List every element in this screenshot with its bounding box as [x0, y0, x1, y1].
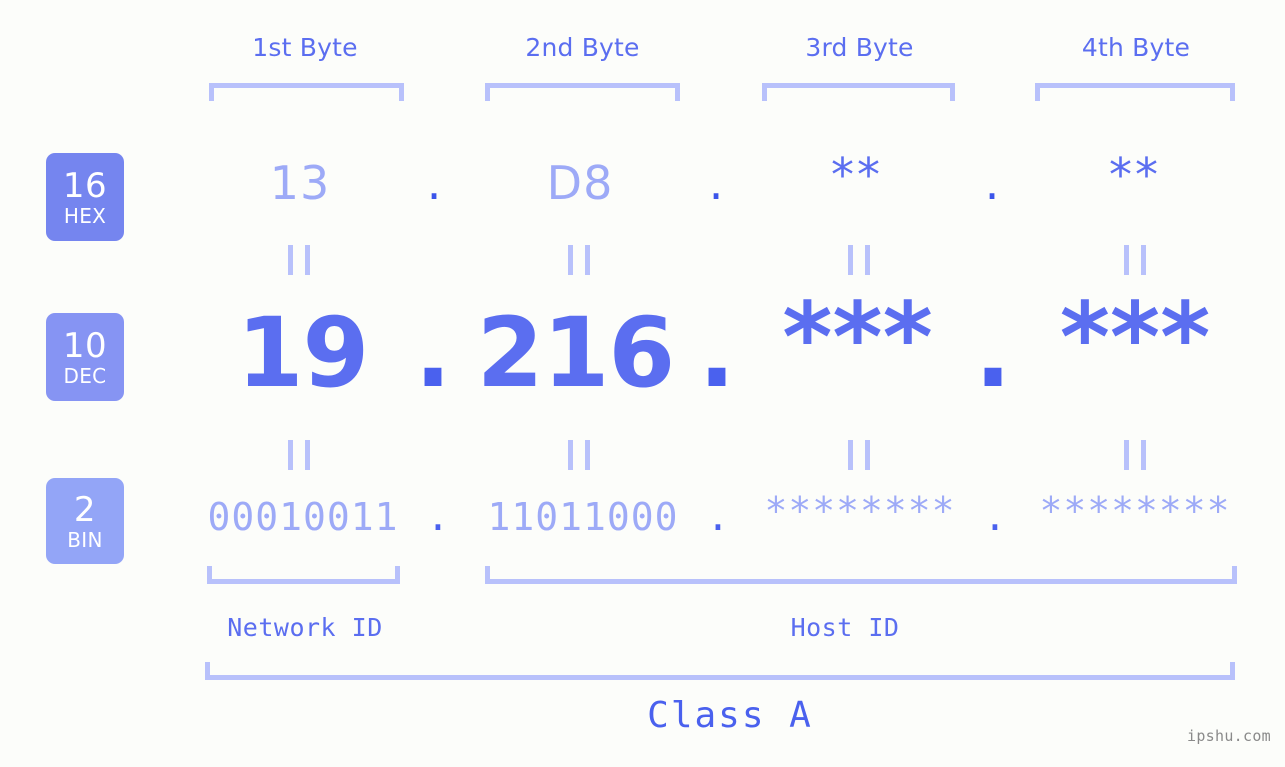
equals-bar: [305, 440, 310, 470]
equals-bar: [568, 440, 573, 470]
equals-bar: [288, 440, 293, 470]
base-badge-hex-name: HEX: [63, 203, 107, 228]
bin-byte-2-value: 11011000: [478, 498, 688, 536]
hex-byte-4-value: **: [1040, 152, 1230, 198]
byte-3-bracket: [762, 83, 955, 101]
hex-byte-3-text: **: [831, 148, 883, 202]
equals-mark-dec-bin-4: [1124, 440, 1146, 470]
equals-bar: [585, 245, 590, 275]
hex-byte-4-text: **: [1109, 148, 1161, 202]
dec-separator-1-text: .: [414, 297, 452, 409]
dec-separator-1: .: [398, 305, 468, 401]
byte-header-1-label: 1st Byte: [252, 33, 358, 62]
bin-byte-3-value: ********: [755, 492, 965, 530]
class-label: Class A: [560, 695, 900, 736]
byte-header-1: 1st Byte: [205, 33, 405, 62]
dec-byte-1-text: 19: [236, 297, 370, 409]
dec-byte-2-text: 216: [476, 297, 675, 409]
byte-header-4: 4th Byte: [1036, 33, 1236, 62]
host-id-bracket: [485, 566, 1237, 584]
equals-bar: [568, 245, 573, 275]
hex-byte-2-value: D8: [485, 160, 675, 206]
bin-separator-1-text: .: [426, 495, 450, 539]
base-badge-bin-number: 2: [73, 489, 97, 530]
bin-separator-2-text: .: [706, 495, 730, 539]
equals-mark-hex-dec-3: [848, 245, 870, 275]
hex-separator-2: .: [686, 160, 746, 206]
base-badge-dec-number: 10: [62, 325, 108, 366]
bin-byte-4-value: ********: [1030, 492, 1240, 530]
bin-separator-3: .: [965, 498, 1025, 536]
dec-separator-2: .: [682, 305, 752, 401]
equals-mark-hex-dec-4: [1124, 245, 1146, 275]
bin-byte-4-text: ********: [1039, 489, 1231, 533]
equals-mark-dec-bin-3: [848, 440, 870, 470]
hex-byte-1-value: 13: [205, 160, 395, 206]
equals-bar: [288, 245, 293, 275]
equals-bar: [865, 245, 870, 275]
hex-separator-3: .: [962, 160, 1022, 206]
host-id-label: Host ID: [745, 613, 945, 642]
dec-byte-3-text: ***: [782, 282, 933, 394]
base-badge-bin: 2 BIN: [46, 478, 124, 564]
byte-header-3: 3rd Byte: [762, 33, 957, 62]
byte-2-bracket: [485, 83, 680, 101]
hex-separator-1-text: .: [426, 156, 442, 210]
dec-separator-3-text: .: [974, 297, 1012, 409]
watermark: ipshu.com: [1187, 727, 1271, 745]
equals-bar: [1124, 440, 1129, 470]
dec-byte-3-value: ***: [760, 290, 955, 386]
bin-separator-1: .: [408, 498, 468, 536]
base-badge-dec-name: DEC: [63, 363, 107, 388]
class-text: Class A: [647, 695, 813, 736]
byte-1-bracket: [209, 83, 404, 101]
host-id-text: Host ID: [790, 613, 900, 642]
equals-mark-dec-bin-2: [568, 440, 590, 470]
byte-header-2-label: 2nd Byte: [525, 33, 640, 62]
dec-byte-1-value: 19: [205, 305, 400, 401]
equals-bar: [848, 245, 853, 275]
dec-byte-4-value: ***: [1035, 290, 1235, 386]
base-badge-hex: 16 HEX: [46, 153, 124, 241]
equals-bar: [1141, 440, 1146, 470]
bin-byte-1-text: 00010011: [207, 495, 399, 539]
hex-separator-1: .: [404, 160, 464, 206]
base-badge-hex-number: 16: [62, 165, 108, 206]
hex-byte-1-text: 13: [269, 156, 331, 210]
network-id-label: Network ID: [205, 613, 405, 642]
hex-separator-3-text: .: [984, 156, 1000, 210]
base-badge-bin-name: BIN: [67, 527, 103, 552]
ip-byte-breakdown-diagram: 1st Byte 2nd Byte 3rd Byte 4th Byte 16 H…: [0, 0, 1285, 767]
equals-mark-dec-bin-1: [288, 440, 310, 470]
byte-header-3-label: 3rd Byte: [805, 33, 914, 62]
class-bracket: [205, 662, 1235, 680]
hex-byte-3-value: **: [762, 152, 952, 198]
bin-separator-3-text: .: [983, 495, 1007, 539]
equals-bar: [865, 440, 870, 470]
equals-bar: [848, 440, 853, 470]
network-id-bracket: [207, 566, 400, 584]
equals-bar: [1141, 245, 1146, 275]
bin-byte-1-value: 00010011: [198, 498, 408, 536]
bin-byte-2-text: 11011000: [487, 495, 679, 539]
dec-separator-2-text: .: [698, 297, 736, 409]
byte-header-4-label: 4th Byte: [1081, 33, 1191, 62]
equals-bar: [585, 440, 590, 470]
hex-byte-2-text: D8: [546, 156, 614, 210]
equals-bar: [305, 245, 310, 275]
hex-separator-2-text: .: [708, 156, 724, 210]
dec-byte-2-value: 216: [468, 305, 683, 401]
dec-separator-3: .: [958, 305, 1028, 401]
equals-bar: [1124, 245, 1129, 275]
byte-header-2: 2nd Byte: [485, 33, 680, 62]
equals-mark-hex-dec-1: [288, 245, 310, 275]
bin-byte-3-text: ********: [764, 489, 956, 533]
equals-mark-hex-dec-2: [568, 245, 590, 275]
dec-byte-4-text: ***: [1059, 282, 1211, 394]
network-id-text: Network ID: [227, 613, 383, 642]
byte-4-bracket: [1035, 83, 1235, 101]
base-badge-dec: 10 DEC: [46, 313, 124, 401]
bin-separator-2: .: [688, 498, 748, 536]
watermark-text: ipshu.com: [1187, 727, 1271, 745]
